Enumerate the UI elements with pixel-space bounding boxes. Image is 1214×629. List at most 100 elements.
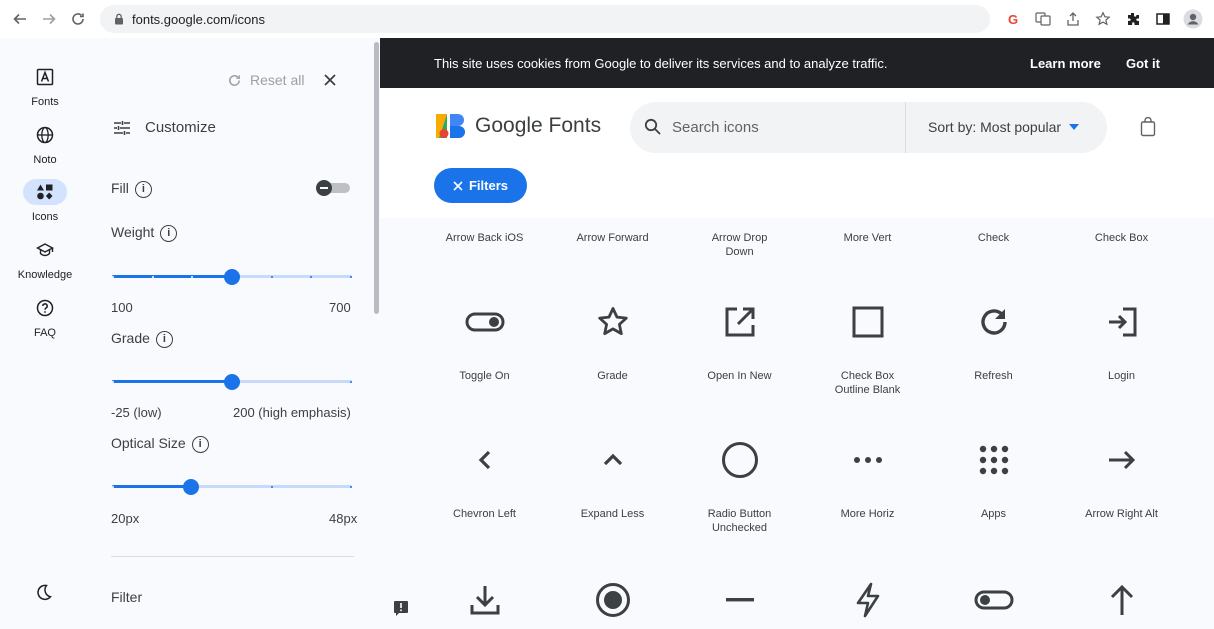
icon-cell-label[interactable]: Chevron Left — [416, 507, 553, 521]
slider-thumb[interactable] — [224, 269, 240, 285]
icon-cell-label[interactable]: Apps — [925, 507, 1062, 521]
apps-icon[interactable] — [925, 440, 1062, 480]
address-bar[interactable]: fonts.google.com/icons — [100, 5, 990, 33]
icon-cell-label[interactable]: Open In New — [671, 369, 808, 383]
share-icon[interactable] — [1062, 8, 1084, 30]
filters-button[interactable]: Filters — [434, 168, 527, 203]
icon-cell-label[interactable]: Check Box Outline Blank — [799, 369, 936, 397]
icon-grid — [380, 218, 1214, 629]
info-icon[interactable]: i — [134, 180, 152, 198]
info-icon[interactable]: i — [191, 435, 209, 453]
panel-divider — [111, 556, 354, 557]
icon-cell-label[interactable]: Grade — [544, 369, 681, 383]
search-input[interactable] — [672, 114, 892, 140]
back-icon[interactable] — [8, 7, 32, 31]
icon-cell-label[interactable]: More Vert — [799, 231, 936, 245]
profile-avatar-icon[interactable] — [1182, 8, 1204, 30]
tune-icon — [113, 120, 131, 136]
filter-section-label[interactable]: Filter — [111, 589, 142, 605]
shapes-icon — [23, 179, 67, 205]
optical-size-min: 20px — [111, 511, 140, 526]
grade-star-icon[interactable] — [544, 302, 681, 342]
globe-icon — [23, 122, 67, 148]
reload-icon[interactable] — [66, 7, 90, 31]
icon-cell-label[interactable]: Toggle On — [416, 369, 553, 383]
refresh-icon[interactable] — [925, 302, 1062, 342]
weight-max: 700 — [329, 300, 351, 315]
rail-item-knowledge[interactable]: Knowledge — [0, 237, 90, 281]
rail-item-fonts[interactable]: Fonts — [0, 64, 90, 108]
icon-cell-label[interactable]: Check Box — [1053, 231, 1190, 245]
arrow-upward-icon[interactable] — [1053, 580, 1190, 620]
radio-button-checked-icon[interactable] — [544, 580, 681, 620]
toggle-on-icon[interactable] — [416, 302, 553, 342]
info-icon[interactable]: i — [155, 330, 173, 348]
icon-cell-label[interactable]: Arrow Right Alt — [1053, 507, 1190, 521]
slider-thumb[interactable] — [224, 374, 240, 390]
google-g-icon[interactable]: G — [1002, 8, 1024, 30]
optical-size-max: 48px — [329, 511, 358, 526]
grade-slider[interactable] — [112, 374, 352, 390]
slider-tick — [112, 276, 114, 278]
rail-label: Noto — [33, 154, 57, 166]
close-icon[interactable] — [322, 72, 338, 88]
feedback-icon[interactable] — [393, 600, 409, 616]
remove-icon[interactable] — [671, 580, 808, 620]
grade-row: Grade i — [111, 330, 173, 348]
icon-cell-label[interactable]: Radio Button Unchecked — [671, 507, 808, 535]
moon-icon[interactable] — [34, 582, 54, 602]
rail-item-noto[interactable]: Noto — [0, 122, 90, 166]
check-box-outline-blank-icon[interactable] — [799, 302, 936, 342]
learn-more-link[interactable]: Learn more — [1030, 56, 1101, 71]
extensions-icon[interactable] — [1122, 8, 1144, 30]
rail-item-icons[interactable]: Icons — [0, 179, 90, 223]
slider-thumb[interactable] — [183, 479, 200, 495]
optical-size-slider[interactable] — [112, 479, 352, 495]
toggle-off-icon[interactable] — [925, 580, 1062, 620]
download-icon[interactable] — [416, 580, 553, 620]
login-icon[interactable] — [1053, 302, 1190, 342]
google-fonts-logo[interactable]: Google Fonts — [434, 113, 601, 139]
more-horiz-icon[interactable] — [799, 440, 936, 480]
weight-min: 100 — [111, 300, 133, 315]
icon-cell-label[interactable]: Arrow Forward — [544, 231, 681, 245]
panel-scrollbar[interactable] — [374, 42, 379, 314]
arrow-right-alt-icon[interactable] — [1053, 440, 1190, 480]
bolt-icon[interactable] — [799, 580, 936, 620]
icon-cell-label[interactable]: Check — [925, 231, 1062, 245]
icon-cell-label[interactable]: Refresh — [925, 369, 1062, 383]
expand-less-icon[interactable] — [544, 440, 681, 480]
icon-cell-label[interactable]: Arrow Drop Down — [671, 231, 808, 259]
chevron-left-icon[interactable] — [416, 440, 553, 480]
cookie-text: This site uses cookies from Google to de… — [434, 56, 888, 71]
side-panel-icon[interactable] — [1152, 8, 1174, 30]
fonts-icon — [23, 64, 67, 90]
rail-item-faq[interactable]: FAQ — [0, 295, 90, 339]
cookie-banner: This site uses cookies from Google to de… — [380, 38, 1214, 88]
icon-cell-label[interactable]: More Horiz — [799, 507, 936, 521]
sort-dropdown[interactable]: Sort by: Most popular — [928, 119, 1080, 135]
icon-cell-label[interactable]: Expand Less — [544, 507, 681, 521]
reset-all-button[interactable]: Reset all — [227, 72, 304, 88]
grade-label: Grade — [111, 330, 150, 346]
bookmark-star-icon[interactable] — [1092, 8, 1114, 30]
got-it-button[interactable]: Got it — [1126, 56, 1160, 71]
translate-icon[interactable] — [1032, 8, 1054, 30]
icon-cell-label[interactable]: Arrow Back iOS — [416, 231, 553, 245]
search-icon — [644, 118, 662, 136]
icon-cell-label[interactable]: Login — [1053, 369, 1190, 383]
slider-tick — [270, 276, 273, 278]
radio-button-unchecked-icon[interactable] — [671, 440, 808, 480]
help-icon — [23, 295, 67, 321]
sort-label: Sort by: Most popular — [928, 119, 1062, 135]
shopping-bag-icon[interactable] — [1140, 117, 1156, 137]
customize-header: Customize — [113, 119, 216, 136]
forward-icon[interactable] — [37, 7, 61, 31]
weight-slider[interactable] — [112, 269, 352, 285]
slider-tick — [112, 486, 114, 488]
open-in-new-icon[interactable] — [671, 302, 808, 342]
optical-size-row: Optical Size i — [111, 435, 209, 453]
lock-icon — [114, 13, 124, 25]
fill-toggle[interactable] — [316, 180, 350, 196]
info-icon[interactable]: i — [160, 224, 178, 242]
